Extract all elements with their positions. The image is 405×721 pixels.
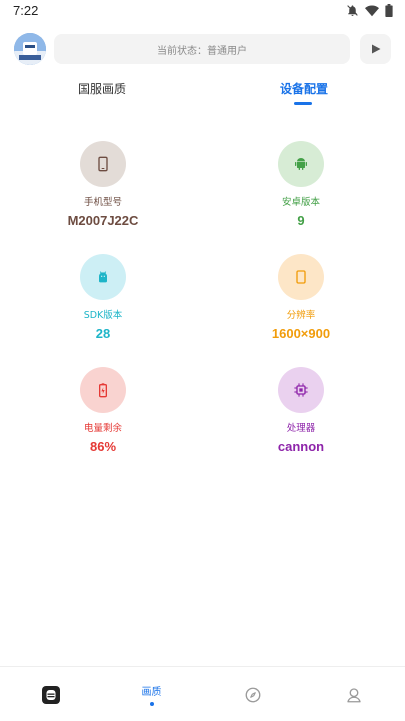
device-label: SDK版本 [83, 310, 123, 321]
cpu-icon [294, 383, 308, 397]
device-item-processor: 处理器 cannon [226, 367, 376, 455]
device-icon-circle [278, 254, 324, 300]
nav-label-quality: 画质 [141, 687, 162, 698]
device-label: 手机型号 [83, 197, 122, 208]
nav-item-home[interactable] [0, 667, 101, 721]
device-item-android-version: 安卓版本 9 [226, 141, 376, 229]
phone-icon [98, 156, 108, 172]
status-icons [346, 4, 393, 17]
device-icon-circle [80, 254, 126, 300]
avatar[interactable] [14, 33, 46, 65]
screen-icon [296, 270, 306, 284]
device-icon-circle [80, 367, 126, 413]
device-icon-circle [278, 367, 324, 413]
device-label: 电量剩余 [83, 423, 122, 434]
tab-cn-server-quality[interactable]: 国服画质 [32, 78, 172, 100]
app-logo-icon [41, 685, 60, 704]
battery-status-icon [385, 4, 393, 17]
device-value: 28 [95, 326, 111, 341]
play-icon [371, 44, 380, 54]
battery-icon [99, 383, 107, 398]
status-time: 7:22 [13, 3, 39, 18]
device-value: M2007J22C [67, 213, 139, 228]
bottom-nav: 画质 [0, 666, 405, 721]
device-item-sdk-version: SDK版本 28 [28, 254, 178, 342]
device-item-battery: 电量剩余 86% [28, 367, 178, 455]
device-label: 处理器 [286, 423, 316, 434]
play-button[interactable] [360, 34, 391, 64]
wifi-icon [365, 4, 379, 16]
device-item-resolution: 分辨率 1600×900 [226, 254, 376, 342]
status-text: 当前状态：普通用户 [157, 45, 247, 57]
android-head-icon [99, 271, 107, 283]
compass-icon [245, 687, 260, 702]
status-bar: 7:22 [0, 0, 405, 24]
device-value: 1600×900 [271, 326, 331, 341]
notifications-off-icon [347, 5, 358, 16]
avatar-image [14, 33, 46, 65]
device-icon-circle [278, 141, 324, 187]
device-item-phone-model: 手机型号 M2007J22C [28, 141, 178, 229]
nav-item-quality[interactable]: 画质 [101, 667, 202, 721]
device-value: 86% [89, 439, 117, 454]
status-pill: 当前状态：普通用户 [54, 34, 350, 64]
device-value: 9 [297, 213, 305, 228]
device-label: 分辨率 [286, 310, 316, 321]
nav-item-discover[interactable] [202, 667, 303, 721]
tab-device-config[interactable]: 设备配置 [234, 78, 374, 100]
header: 当前状态：普通用户 [0, 30, 405, 70]
device-label: 安卓版本 [281, 197, 320, 208]
nav-active-dot [149, 702, 154, 706]
tab-indicator [294, 102, 312, 105]
tab-bar: 国服画质 设备配置 [0, 78, 405, 108]
device-icon-circle [80, 141, 126, 187]
nav-item-profile[interactable] [303, 667, 404, 721]
profile-icon [346, 687, 361, 702]
device-value: cannon [277, 439, 325, 454]
android-icon [295, 158, 307, 170]
